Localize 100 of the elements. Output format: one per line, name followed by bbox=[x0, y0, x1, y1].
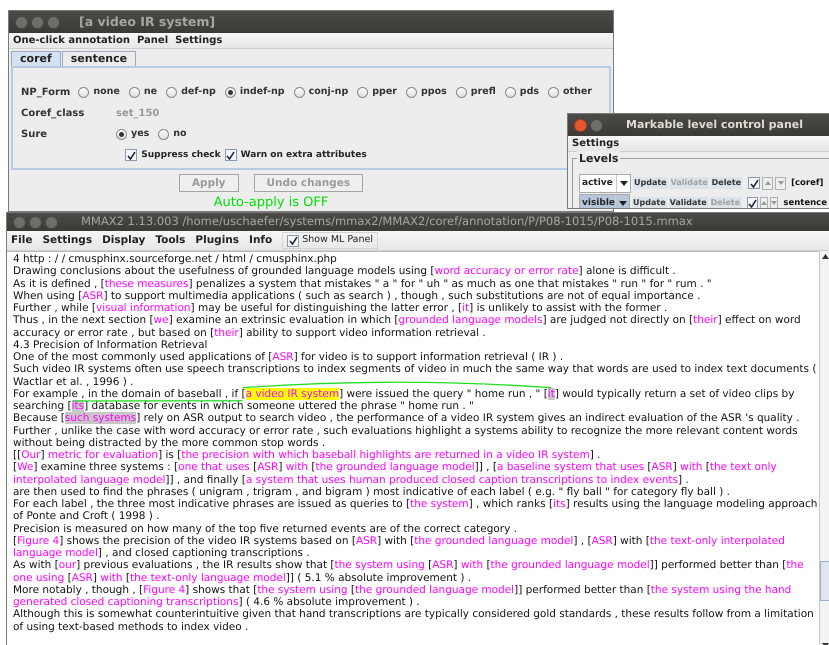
option-label: ppos bbox=[420, 85, 447, 100]
option-label: none bbox=[93, 85, 120, 100]
window-title: [a video IR system] bbox=[79, 12, 216, 31]
sentence: 4 http : / / cmusphinx.sourceforge.net / html / cmusphinx.php bbox=[13, 253, 338, 266]
attribute-label: Coref_class bbox=[21, 107, 86, 121]
close-button[interactable] bbox=[15, 16, 28, 28]
checkbox-label: Suppress check bbox=[141, 149, 221, 162]
sentence: Although this is somewhat counterintuitive given that hand transcriptions are typically considered gold standards , these results follow from a limitation of using text-based methods to index video . bbox=[13, 608, 815, 633]
minimize-button[interactable] bbox=[29, 216, 42, 228]
radio-button[interactable] bbox=[224, 87, 236, 98]
up-arrow-icon bbox=[761, 201, 768, 205]
radio-button[interactable] bbox=[158, 129, 170, 140]
menu-item[interactable]: Plugins bbox=[195, 232, 250, 248]
up-arrow-icon bbox=[764, 181, 771, 185]
window-title: Markable level control panel bbox=[626, 116, 804, 133]
option-label: conj-np bbox=[308, 85, 348, 100]
checkbox[interactable] bbox=[748, 177, 760, 189]
menu-item[interactable]: Settings bbox=[42, 232, 102, 248]
radio-button[interactable] bbox=[357, 87, 368, 98]
maximize-button[interactable] bbox=[47, 16, 60, 28]
option-label: ne bbox=[144, 85, 158, 100]
menu-item[interactable]: File bbox=[11, 232, 42, 248]
menu-item[interactable]: One-click annotation bbox=[13, 33, 137, 48]
sentence: As it is defined , [these measures] penalizes a system that mistakes " a " for " uh " as much as one that mistakes " run " for " rum . " bbox=[13, 278, 713, 290]
mode-dropdown[interactable]: visible bbox=[579, 194, 630, 208]
option-label: pper bbox=[372, 85, 397, 100]
tab[interactable]: sentence bbox=[62, 51, 136, 66]
sentence: Thus , in the next section [we] examine an extrinsic evaluation in which [grounded language models] are judged not directly on [their] effect on word accuracy or error rate , but based on [their] ability to support video information retrieval . bbox=[13, 314, 802, 339]
radio-button[interactable] bbox=[116, 129, 127, 140]
action-button[interactable]: Validate bbox=[668, 197, 708, 208]
action-button[interactable]: Update bbox=[633, 177, 668, 189]
sentence: More notably , though , [Figure 4] shows that [the system using [the grounded language model]] performed better than [the system using the hand generated closed captioning transcriptions] ( 4.6 % absolute improvement ) . bbox=[13, 584, 792, 608]
attribute-value: set_150 bbox=[116, 107, 160, 121]
close-button[interactable] bbox=[574, 118, 587, 132]
option-label: prefl bbox=[470, 85, 496, 100]
sentence: When using [ASR] to support multimedia applications ( such as search ) , though , such substitutions are not of equal importance . bbox=[13, 290, 702, 302]
down-arrow-icon bbox=[771, 201, 778, 205]
maximize-button[interactable] bbox=[45, 216, 58, 228]
move-down-button[interactable] bbox=[775, 176, 786, 190]
check-icon bbox=[226, 150, 236, 160]
check-icon bbox=[288, 236, 298, 245]
checkbox[interactable] bbox=[747, 197, 758, 208]
action-button[interactable]: Update bbox=[632, 197, 667, 208]
radio-button[interactable] bbox=[166, 87, 178, 98]
check-icon bbox=[126, 150, 136, 160]
down-arrow-icon bbox=[778, 181, 784, 185]
menu-item[interactable]: Settings bbox=[572, 136, 626, 151]
minimize-button[interactable] bbox=[590, 118, 603, 132]
check-icon bbox=[750, 178, 759, 188]
window-title: MMAX2 1.13.003 /home/uschaefer/systems/mmax2/MMAX2/coref/annotation/P/P08-1015/P08-1015.mmax bbox=[81, 213, 693, 230]
option-label: other bbox=[563, 85, 592, 100]
checkbox[interactable] bbox=[287, 234, 300, 246]
tab[interactable]: coref bbox=[11, 51, 61, 66]
checkbox-label: Warn on extra attributes bbox=[240, 149, 367, 162]
sentence: As with [our] previous evaluations , the IR results show that [the system using [ASR] with [the grounded language model]] performed better than [the one using [ASR] with [the text-only language model]] ( 5.1 % absolute improvement ) . bbox=[13, 559, 805, 584]
radio-button[interactable] bbox=[406, 87, 417, 98]
level-name: [coref] bbox=[791, 176, 824, 190]
menu-item[interactable]: Display bbox=[102, 232, 156, 248]
sentence: Such video IR systems often use speech transcriptions to index segments of video in much the same way that words are used to index text documents ( Wactlar et al. , 1996 ) . bbox=[13, 363, 818, 388]
sentence: are then used to find the phrases ( unigram , trigram , and bigram ) most indicative of each label ( e.g. " fly ball " for category fly ball ) . bbox=[13, 486, 731, 498]
sentence: Because [such systems] rely on ASR output to search video , the performance of a video IR system gives an indirect evaluation of the ASR 's quality . bbox=[13, 412, 801, 424]
sentence: 4.3 Precision of Information Retrieval bbox=[13, 338, 208, 351]
menu-item[interactable]: Settings bbox=[175, 33, 230, 48]
checkbox[interactable] bbox=[224, 149, 237, 161]
close-button[interactable] bbox=[13, 216, 26, 228]
sentence: [[Our] metric for evaluation] is [the precision with which baseball highlights are returned in a video IR system] . bbox=[13, 449, 602, 462]
radio-button[interactable] bbox=[504, 87, 516, 98]
option-label: yes bbox=[131, 127, 150, 142]
radio-button[interactable] bbox=[78, 87, 90, 98]
scroll-thumb[interactable] bbox=[820, 561, 829, 601]
menu-item[interactable]: Info bbox=[249, 232, 282, 248]
menu-item[interactable]: Panel bbox=[136, 33, 176, 48]
menu-item[interactable]: Tools bbox=[155, 232, 196, 248]
radio-button[interactable] bbox=[548, 87, 560, 98]
radio-button[interactable] bbox=[456, 87, 467, 98]
sentence: [Figure 4] shows the precision of the video IR systems based on [ASR] with [the grounded language model] , [ASR] with [the text-only interpolated language model] , and closed captioning transcriptions . bbox=[13, 534, 786, 560]
level-name: sentence bbox=[783, 196, 827, 208]
attribute-label: Sure bbox=[21, 128, 48, 142]
sentence: Precision is measured on how many of the top five returned events are of the correct category . bbox=[13, 522, 518, 535]
status-text: Auto-apply is OFF bbox=[214, 194, 328, 211]
sentence: Drawing conclusions about the usefulness of grounded language models using [word accuracy or error rate] alone is difficult . bbox=[13, 265, 677, 278]
mode-dropdown[interactable]: active bbox=[579, 174, 631, 192]
checkbox-label: Show ML Panel bbox=[302, 233, 373, 248]
minimize-button[interactable] bbox=[31, 16, 44, 28]
checkbox[interactable] bbox=[125, 149, 138, 161]
check-icon bbox=[748, 198, 758, 208]
scrollbar[interactable] bbox=[819, 251, 829, 645]
option-label: def-np bbox=[181, 85, 216, 100]
caret-icon bbox=[618, 200, 627, 206]
sentence: One of the most commonly used applications of [ASR] for video is to support information retrieval ( IR ) . bbox=[13, 351, 564, 364]
move-down-button[interactable] bbox=[770, 196, 778, 208]
option-label: pds bbox=[520, 85, 540, 100]
attribute-label: NP_Form bbox=[21, 86, 72, 100]
action-button[interactable]: Delete bbox=[710, 177, 742, 189]
sentence: Further , while [visual information] may be useful for distinguishing the latter error , [it] is unlikely to assist with the former . bbox=[13, 302, 668, 314]
sentence: Further , unlike the case with word accuracy or error rate , such evaluations highlight a systems ability to recognize the more relevant content words without being distracted by the more common stop words . bbox=[13, 424, 799, 449]
radio-button[interactable] bbox=[294, 87, 305, 98]
caret-icon bbox=[620, 180, 628, 186]
radio-button[interactable] bbox=[128, 87, 140, 98]
option-label: indef-np bbox=[240, 85, 285, 100]
